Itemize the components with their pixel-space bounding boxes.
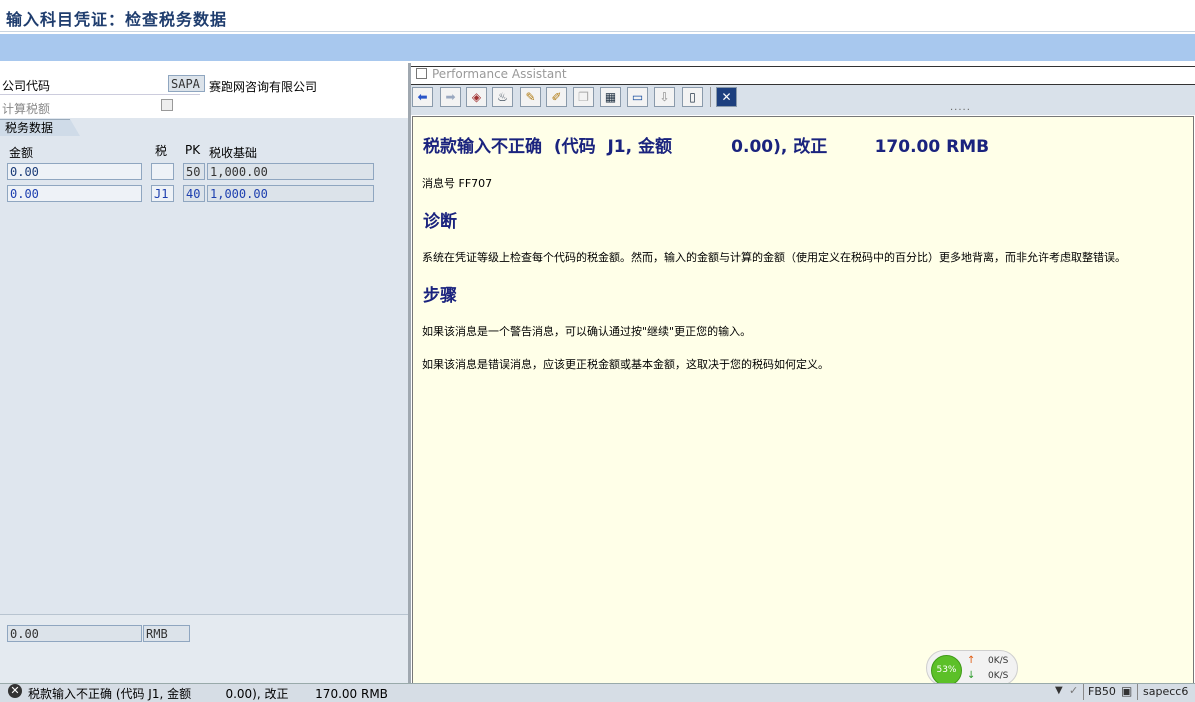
entry-panel bbox=[0, 63, 408, 683]
company-code-label: 公司代码 bbox=[2, 79, 51, 93]
upload-arrow-icon: ↑ bbox=[967, 655, 976, 666]
glossary-icon[interactable]: ✐ bbox=[546, 87, 567, 107]
row1-pk-field: 50 bbox=[183, 163, 205, 180]
col-tax-header: 税 bbox=[155, 144, 168, 158]
upload-speed: 0K/S bbox=[988, 656, 1009, 666]
diagnosis-title: 诊断 bbox=[423, 212, 457, 232]
panel-splitter[interactable] bbox=[408, 63, 411, 688]
back-arrow-icon[interactable]: ⬅ bbox=[412, 87, 433, 107]
error-icon: ✕ bbox=[8, 684, 22, 698]
download-speed: 0K/S bbox=[988, 671, 1009, 681]
close-icon[interactable]: ✕ bbox=[716, 87, 737, 107]
status-check-icon: ✓ bbox=[1069, 684, 1079, 697]
row2-base-field: 1,000.00 bbox=[207, 185, 374, 202]
message-number: 消息号 FF707 bbox=[422, 177, 493, 190]
company-code-field[interactable]: SAPA bbox=[168, 75, 205, 92]
status-message[interactable]: 税款输入不正确 (代码 J1, 金额 0.00), 改正 170.00 RMB bbox=[28, 685, 388, 702]
toolbar-separator bbox=[710, 87, 711, 107]
steps-title: 步骤 bbox=[423, 286, 457, 306]
col-base-header: 税收基础 bbox=[209, 146, 258, 160]
diagnosis-text: 系统在凭证等级上检查每个代码的税金额。然而，输入的金额与计算的金额（使用定义在税… bbox=[422, 251, 1126, 264]
display-icon[interactable]: ▭ bbox=[627, 87, 648, 107]
window-icon bbox=[416, 68, 427, 79]
step-one-text: 如果该消息是一个警告消息，可以确认通过按"继续"更正您的输入。 bbox=[422, 325, 752, 338]
forward-arrow-icon[interactable]: ➡ bbox=[440, 87, 461, 107]
expand-icon[interactable]: ⇩ bbox=[654, 87, 675, 107]
resize-grip-icon[interactable]: ····· bbox=[950, 105, 971, 116]
tab-tax-data[interactable]: 税务数据 bbox=[0, 119, 80, 136]
col-pk-header: PK bbox=[185, 143, 201, 157]
row2-tax-code-input[interactable]: J1 bbox=[151, 185, 174, 202]
row2-pk-field: 40 bbox=[183, 185, 205, 202]
application-toolbar bbox=[0, 34, 1195, 61]
print-preview-icon[interactable]: ❐ bbox=[573, 87, 594, 107]
row1-tax-code-input[interactable] bbox=[151, 163, 174, 180]
divider bbox=[0, 94, 200, 95]
col-amount-header: 金额 bbox=[9, 146, 34, 160]
pa-heading: 税款输入不正确 (代码 J1, 金额 0.00), 改正 170.00 RMB bbox=[423, 137, 990, 157]
row1-base-field: 1,000.00 bbox=[207, 163, 374, 180]
row2-amount-input[interactable]: 0.00 bbox=[7, 185, 142, 202]
download-arrow-icon: ↓ bbox=[967, 670, 976, 681]
edit-icon[interactable]: ✎ bbox=[520, 87, 541, 107]
row1-amount-input[interactable]: 0.00 bbox=[7, 163, 142, 180]
transaction-code: FB50 bbox=[1088, 685, 1116, 698]
company-name: 赛跑网咨询有限公司 bbox=[209, 80, 318, 94]
cpu-percent-badge: 53% bbox=[931, 655, 962, 686]
server-name: sapecc6 bbox=[1143, 685, 1189, 698]
settings-icon[interactable]: ♨ bbox=[492, 87, 513, 107]
total-amount-field: 0.00 bbox=[7, 625, 142, 642]
window-title: 输入科目凭证：检查税务数据 bbox=[6, 10, 228, 29]
status-divider-2 bbox=[1137, 684, 1138, 700]
table-icon[interactable]: ▦ bbox=[600, 87, 621, 107]
server-icon: ▣ bbox=[1121, 684, 1133, 698]
status-triangle-icon[interactable]: ▼ bbox=[1055, 685, 1063, 696]
pa-content-pane bbox=[412, 116, 1194, 686]
status-divider bbox=[1083, 684, 1084, 700]
tech-info-icon[interactable]: ◈ bbox=[466, 87, 487, 107]
currency-field: RMB bbox=[143, 625, 190, 642]
calc-tax-label: 计算税额 bbox=[2, 102, 51, 116]
calc-tax-checkbox[interactable] bbox=[161, 99, 173, 111]
print-icon[interactable]: ▯ bbox=[682, 87, 703, 107]
step-two-text: 如果该消息是错误消息，应该更正税金额或基本金额，这取决于您的税码如何定义。 bbox=[422, 358, 829, 371]
pa-title: Performance Assistant bbox=[432, 67, 567, 81]
